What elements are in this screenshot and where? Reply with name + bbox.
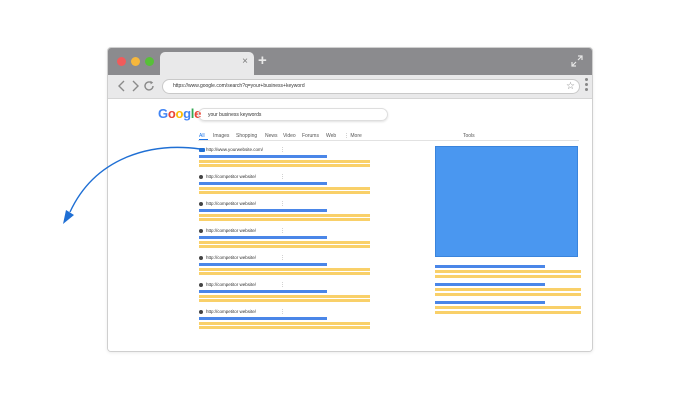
browser-tab[interactable]: × xyxy=(160,52,254,75)
result-snippet-line xyxy=(199,214,370,217)
panel-title-bar[interactable] xyxy=(435,265,545,268)
tab-shopping[interactable]: Shopping xyxy=(236,132,257,140)
active-tab-indicator xyxy=(199,139,208,140)
tabs-divider xyxy=(198,140,579,141)
ad-badge-icon xyxy=(199,148,205,152)
minimize-window-button[interactable] xyxy=(131,57,140,66)
result-url[interactable]: http://competitor website/ xyxy=(206,255,256,261)
tools-button[interactable]: Tools xyxy=(463,132,475,140)
search-query: your business keywords xyxy=(208,112,262,118)
result-snippet-line xyxy=(199,191,370,194)
browser-window: × + https://www.google.com/search?q=your… xyxy=(107,47,593,352)
result-menu-icon[interactable]: ⋮ xyxy=(280,255,285,261)
result-snippet-line xyxy=(199,164,370,167)
result-url[interactable]: http://competitor website/ xyxy=(206,309,256,315)
result-snippet-line xyxy=(199,272,370,275)
panel-snippet-line xyxy=(435,270,581,273)
result-snippet-line xyxy=(199,326,370,329)
result-snippet-line xyxy=(199,268,370,271)
tab-close-icon[interactable]: × xyxy=(242,56,248,68)
knowledge-panel-entry[interactable] xyxy=(435,301,581,315)
result-menu-icon[interactable]: ⋮ xyxy=(280,282,285,288)
result-title-bar[interactable] xyxy=(199,236,327,239)
close-window-button[interactable] xyxy=(117,57,126,66)
favicon-icon xyxy=(199,283,203,287)
result-snippet-line xyxy=(199,299,370,302)
page-content: Google your business keywords All Images… xyxy=(108,100,592,351)
stage: × + https://www.google.com/search?q=your… xyxy=(0,0,700,417)
result-snippet-line xyxy=(199,245,370,248)
reload-icon[interactable] xyxy=(143,80,155,92)
knowledge-panel-entry[interactable] xyxy=(435,283,581,297)
tab-images[interactable]: Images xyxy=(213,132,229,140)
panel-snippet-line xyxy=(435,311,581,314)
favicon-icon xyxy=(199,229,203,233)
panel-snippet-line xyxy=(435,293,581,296)
panel-snippet-line xyxy=(435,288,581,291)
logo-letter: o xyxy=(175,106,184,121)
result-snippet-line xyxy=(199,322,370,325)
star-icon[interactable]: ☆ xyxy=(566,81,575,92)
result-competitor[interactable]: http://competitor website/ ⋮ xyxy=(199,309,374,331)
tab-news[interactable]: News xyxy=(265,132,278,140)
result-title-bar[interactable] xyxy=(199,263,327,266)
result-competitor[interactable]: http://competitor website/ ⋮ xyxy=(199,201,374,223)
result-title-bar[interactable] xyxy=(199,290,327,293)
result-menu-icon[interactable]: ⋮ xyxy=(280,201,285,207)
url-text: https://www.google.com/search?q=your+bus… xyxy=(173,83,305,89)
knowledge-panel-entry[interactable] xyxy=(435,265,581,279)
result-title-bar[interactable] xyxy=(199,209,327,212)
result-menu-icon[interactable]: ⋮ xyxy=(280,309,285,315)
result-snippet-line xyxy=(199,187,370,190)
panel-snippet-line xyxy=(435,275,581,278)
result-url[interactable]: http://competitor website/ xyxy=(206,174,256,180)
result-competitor[interactable]: http://competitor website/ ⋮ xyxy=(199,174,374,196)
result-title-bar[interactable] xyxy=(199,155,327,158)
result-ad-yourwebsite[interactable]: http://www.yourwebsite.com/ ⋮ xyxy=(199,147,374,169)
logo-letter: g xyxy=(183,106,191,121)
result-menu-icon[interactable]: ⋮ xyxy=(280,147,285,153)
search-input[interactable]: your business keywords xyxy=(198,108,388,121)
new-tab-button[interactable]: + xyxy=(258,53,267,69)
favicon-icon xyxy=(199,310,203,314)
result-snippet-line xyxy=(199,160,370,163)
chevron-left-icon[interactable] xyxy=(116,80,128,92)
result-url[interactable]: http://www.yourwebsite.com/ xyxy=(206,147,263,153)
browser-menu-icon[interactable] xyxy=(585,78,588,92)
tab-more[interactable]: ⋮ More xyxy=(344,132,362,140)
title-bar: × + xyxy=(108,48,592,75)
tab-forums[interactable]: Forums xyxy=(302,132,319,140)
logo-letter: G xyxy=(158,106,168,121)
chevron-right-icon[interactable] xyxy=(129,80,141,92)
result-snippet-line xyxy=(199,241,370,244)
result-menu-icon[interactable]: ⋮ xyxy=(280,174,285,180)
panel-title-bar[interactable] xyxy=(435,283,545,286)
result-url[interactable]: http://competitor website/ xyxy=(206,201,256,207)
result-url[interactable]: http://competitor website/ xyxy=(206,228,256,234)
result-title-bar[interactable] xyxy=(199,182,327,185)
result-snippet-line xyxy=(199,218,370,221)
favicon-icon xyxy=(199,202,203,206)
result-menu-icon[interactable]: ⋮ xyxy=(280,228,285,234)
maximize-window-button[interactable] xyxy=(145,57,154,66)
google-logo[interactable]: Google xyxy=(158,106,201,121)
navigation-bar: https://www.google.com/search?q=your+bus… xyxy=(108,75,592,99)
result-competitor[interactable]: http://competitor website/ ⋮ xyxy=(199,255,374,277)
result-competitor[interactable]: http://competitor website/ ⋮ xyxy=(199,282,374,304)
tab-video[interactable]: Video xyxy=(283,132,296,140)
result-competitor[interactable]: http://competitor website/ ⋮ xyxy=(199,228,374,250)
expand-icon[interactable] xyxy=(571,55,583,67)
knowledge-panel-image[interactable] xyxy=(435,146,578,257)
favicon-icon xyxy=(199,256,203,260)
result-snippet-line xyxy=(199,295,370,298)
result-title-bar[interactable] xyxy=(199,317,327,320)
address-bar[interactable]: https://www.google.com/search?q=your+bus… xyxy=(162,79,580,94)
favicon-icon xyxy=(199,175,203,179)
panel-title-bar[interactable] xyxy=(435,301,545,304)
panel-snippet-line xyxy=(435,306,581,309)
result-url[interactable]: http://competitor website/ xyxy=(206,282,256,288)
tab-web[interactable]: Web xyxy=(326,132,336,140)
